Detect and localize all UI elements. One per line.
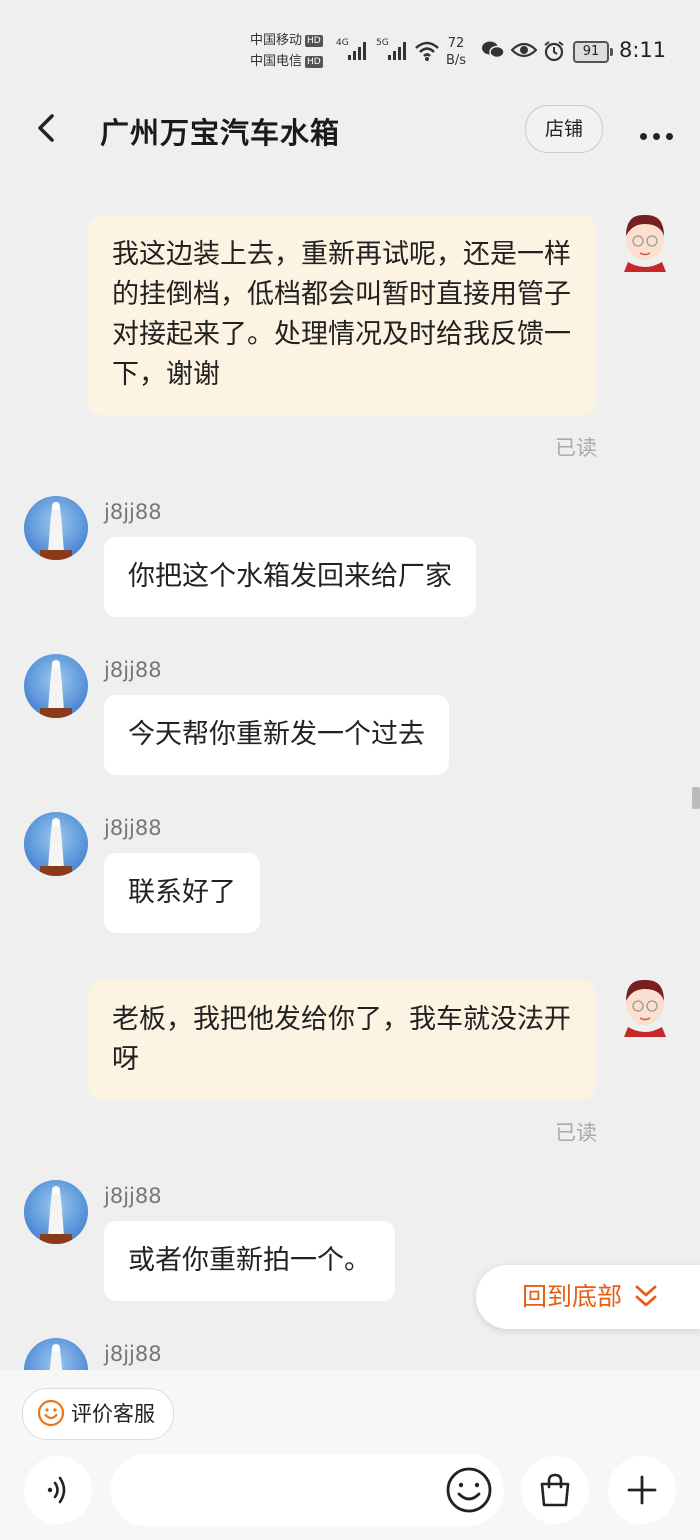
scroll-to-bottom-label: 回到底部	[522, 1282, 623, 1311]
speed-value: 72	[447, 36, 465, 51]
sender-name: j8jj88	[104, 658, 162, 682]
my-avatar[interactable]	[620, 977, 670, 1037]
back-arrow-icon[interactable]	[30, 110, 66, 146]
read-status: 已读	[555, 1121, 597, 1145]
plus-icon	[627, 1475, 657, 1505]
plus-button[interactable]	[608, 1456, 676, 1524]
rate-service-label: 评价客服	[71, 1402, 155, 1426]
hd-badge: HD	[305, 55, 323, 68]
signal-icon	[348, 40, 370, 60]
avatar[interactable]	[24, 496, 88, 560]
network-type-1: 4G	[336, 38, 349, 48]
sender-name: j8jj88	[104, 1184, 162, 1208]
bottom-bar: 评价客服	[0, 1370, 700, 1540]
hd-badge: HD	[305, 34, 323, 47]
sender-name: j8jj88	[104, 1342, 162, 1366]
network-type-2: 5G	[376, 38, 389, 48]
shopping-bag-icon	[540, 1473, 570, 1507]
speed-unit: B/s	[446, 53, 467, 68]
carrier-1: 中国移动	[250, 33, 303, 48]
more-icon[interactable]	[640, 125, 679, 144]
scroll-to-bottom-button[interactable]: 回到底部	[476, 1265, 700, 1329]
their-message-bubble: 你把这个水箱发回来给厂家	[104, 537, 476, 617]
scrollbar[interactable]	[692, 787, 700, 809]
eye-icon	[511, 42, 537, 58]
status-bar: 中国移动 HD 中国电信 HD 4G 5G 72 B/s 91 8:11	[0, 0, 700, 90]
chat-header: 广州万宝汽车水箱 店铺	[0, 90, 700, 170]
carrier-info: 中国移动 HD 中国电信 HD	[250, 30, 323, 72]
double-chevron-down-icon	[635, 1285, 657, 1307]
sender-name: j8jj88	[104, 816, 162, 840]
their-message-bubble: 联系好了	[104, 853, 260, 933]
emoji-icon[interactable]	[445, 1466, 493, 1514]
carrier-2: 中国电信	[250, 54, 303, 69]
avatar[interactable]	[24, 1180, 88, 1244]
avatar[interactable]	[24, 812, 88, 876]
voice-icon	[47, 1476, 66, 1504]
rate-service-button[interactable]: 评价客服	[22, 1388, 174, 1440]
signal-icon	[388, 40, 410, 60]
read-status: 已读	[555, 436, 597, 460]
smile-face-icon	[37, 1399, 65, 1427]
avatar[interactable]	[24, 654, 88, 718]
their-message-bubble: 今天帮你重新发一个过去	[104, 695, 449, 775]
shopping-bag-button[interactable]	[521, 1456, 589, 1524]
alarm-icon	[544, 41, 564, 62]
wifi-icon	[415, 41, 439, 61]
my-avatar[interactable]	[620, 212, 670, 272]
my-message-bubble: 我这边装上去，重新再试呢，还是一样的挂倒档，低档都会叫暂时直接用管子对接起来了。…	[88, 215, 596, 415]
wechat-icon	[482, 41, 505, 59]
page-title: 广州万宝汽车水箱	[100, 116, 341, 150]
network-speed: 72 B/s	[446, 35, 466, 69]
their-message-bubble: 或者你重新拍一个。	[104, 1221, 395, 1301]
sender-name: j8jj88	[104, 500, 162, 524]
my-message-bubble: 老板，我把他发给你了，我车就没法开呀	[88, 980, 596, 1100]
voice-button[interactable]	[24, 1456, 92, 1524]
shop-button[interactable]: 店铺	[525, 105, 603, 153]
clock: 8:11	[619, 38, 667, 62]
battery-indicator: 91	[573, 41, 613, 63]
